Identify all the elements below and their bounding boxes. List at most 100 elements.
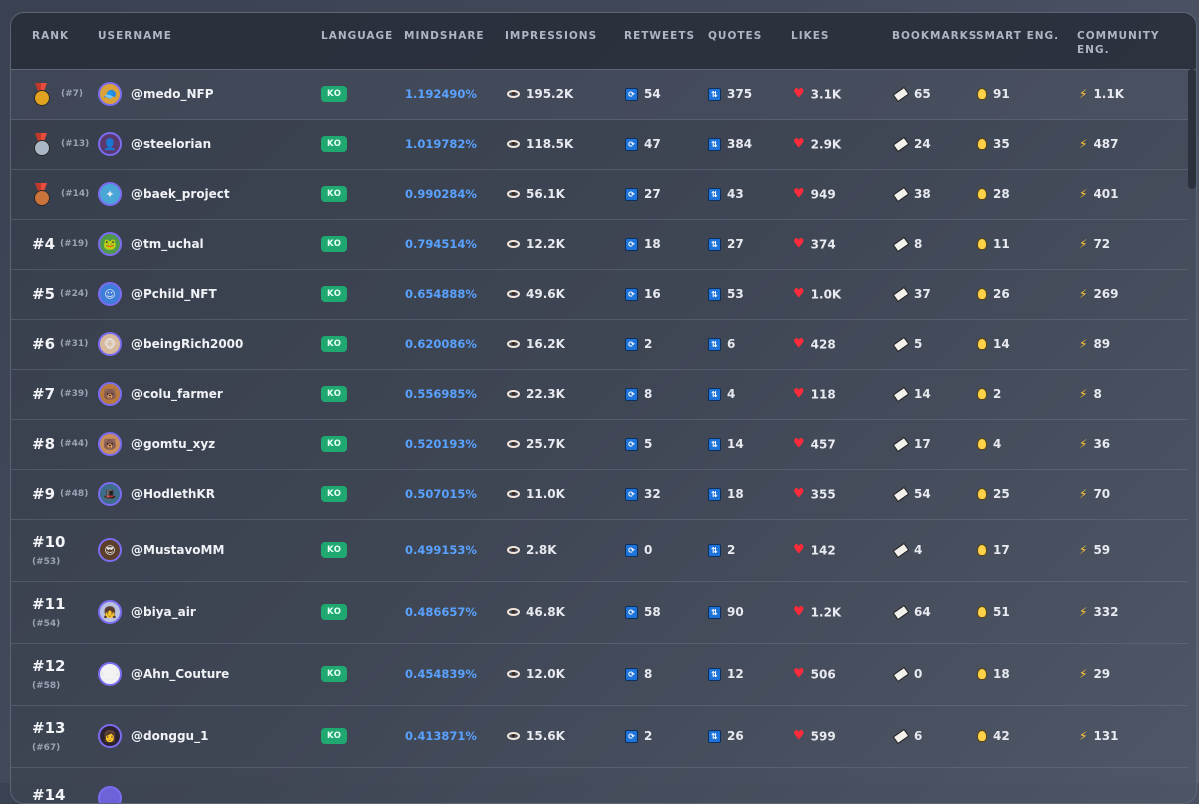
impressions-cell: 195.2K — [507, 87, 573, 101]
user-cell[interactable]: 😎 @MustavoMM — [98, 538, 224, 562]
scrollbar[interactable] — [1188, 69, 1196, 189]
header-bookmarks[interactable]: BOOKMARKS — [892, 29, 977, 43]
avatar[interactable]: 👤 — [98, 132, 122, 156]
table-row[interactable]: #9 (#48) 🎩 @HodlethKR KO 0.507015% 11.0K… — [11, 469, 1188, 520]
avatar[interactable]: 🐻 — [98, 382, 122, 406]
mindshare-cell: 1.019782% — [405, 137, 477, 151]
username-link[interactable]: @tm_uchal — [131, 237, 204, 251]
user-cell[interactable]: 🎩 @HodlethKR — [98, 482, 215, 506]
bookmarks-value: 14 — [914, 387, 931, 401]
table-row[interactable]: #6 (#31) 🐵 @beingRich2000 KO 0.620086% 1… — [11, 319, 1188, 370]
username-link[interactable]: @beingRich2000 — [131, 337, 243, 351]
previous-rank: (#44) — [60, 439, 89, 449]
user-cell[interactable]: 🐸 @tm_uchal — [98, 232, 204, 256]
header-retweets[interactable]: RETWEETS — [624, 29, 695, 43]
username-link[interactable]: @HodlethKR — [131, 487, 215, 501]
avatar-glyph: ☺ — [104, 287, 116, 301]
likes-cell: ♥ 1.0K — [793, 287, 841, 302]
header-username[interactable]: USERNAME — [98, 29, 172, 43]
avatar[interactable]: 🎩 — [98, 482, 122, 506]
header-impressions[interactable]: IMPRESSIONS — [505, 29, 597, 43]
retweets-cell: ⟳ 18 — [625, 237, 661, 251]
user-cell[interactable]: ✦ @baek_project — [98, 182, 230, 206]
previous-rank: (#7) — [61, 89, 84, 99]
mindshare-value: 0.620086% — [405, 337, 477, 351]
eye-icon — [507, 390, 520, 398]
avatar[interactable]: ☺ — [98, 282, 122, 306]
user-cell[interactable]: 🧢 @medo_NFP — [98, 82, 214, 106]
table-row[interactable]: #5 (#24) ☺ @Pchild_NFT KO 0.654888% 49.6… — [11, 269, 1188, 320]
user-cell[interactable]: •‿• @Ahn_Couture — [98, 662, 229, 686]
avatar[interactable] — [98, 786, 122, 803]
quote-icon: ⇅ — [708, 667, 721, 681]
username-link[interactable]: @steelorian — [131, 137, 211, 151]
header-language[interactable]: LANGUAGE — [321, 29, 393, 43]
avatar[interactable]: 😎 — [98, 538, 122, 562]
username-link[interactable]: @Ahn_Couture — [131, 667, 229, 681]
rank-cell: #5 (#24) — [32, 285, 88, 303]
username-link[interactable]: @medo_NFP — [131, 87, 214, 101]
user-cell[interactable]: ☺ @Pchild_NFT — [98, 282, 217, 306]
user-cell[interactable]: 🐵 @beingRich2000 — [98, 332, 243, 356]
lightning-icon: ⚡ — [1079, 543, 1088, 557]
table-row[interactable]: #12 (#58) •‿• @Ahn_Couture KO 0.454839% … — [11, 643, 1188, 706]
impressions-value: 16.2K — [526, 337, 565, 351]
rank-cell: #13 (#67) — [32, 719, 65, 753]
header-quotes[interactable]: QUOTES — [708, 29, 762, 43]
avatar[interactable]: 🧢 — [98, 82, 122, 106]
likes-cell: ♥ 506 — [793, 667, 836, 682]
username-link[interactable]: @donggu_1 — [131, 729, 208, 743]
quotes-value: 4 — [727, 387, 736, 401]
user-cell[interactable]: 👤 @steelorian — [98, 132, 211, 156]
avatar[interactable]: 👧 — [98, 600, 122, 624]
table-row[interactable]: (#7) 🧢 @medo_NFP KO 1.192490% 195.2K ⟳ 5… — [11, 69, 1188, 120]
community-eng-value: 59 — [1093, 543, 1111, 557]
table-row[interactable]: (#13) 👤 @steelorian KO 1.019782% 118.5K … — [11, 119, 1188, 170]
likes-value: 355 — [810, 487, 836, 501]
community-eng-cell: ⚡ 332 — [1079, 605, 1119, 619]
user-cell[interactable]: 🐻 @gomtu_xyz — [98, 432, 215, 456]
bookmarks-value: 37 — [914, 287, 931, 301]
previous-rank: (#24) — [60, 289, 89, 299]
avatar[interactable]: 🐵 — [98, 332, 122, 356]
avatar[interactable]: 🐻 — [98, 432, 122, 456]
avatar-glyph: 👧 — [103, 605, 117, 619]
bookmarks-cell: 8 — [892, 236, 922, 252]
username-link[interactable]: @gomtu_xyz — [131, 437, 215, 451]
table-row[interactable]: #14 — [11, 767, 1188, 803]
header-smart-eng[interactable]: SMART ENG. — [976, 29, 1059, 43]
table-row[interactable]: #13 (#67) 👩 @donggu_1 KO 0.413871% 15.6K… — [11, 705, 1188, 768]
retweet-icon: ⟳ — [625, 487, 638, 501]
user-cell[interactable]: 🐻 @colu_farmer — [98, 382, 223, 406]
username-link[interactable]: @colu_farmer — [131, 387, 223, 401]
header-likes[interactable]: LIKES — [791, 29, 829, 43]
community-eng-value: 89 — [1093, 337, 1111, 351]
table-row[interactable]: #8 (#44) 🐻 @gomtu_xyz KO 0.520193% 25.7K… — [11, 419, 1188, 470]
table-row[interactable]: #7 (#39) 🐻 @colu_farmer KO 0.556985% 22.… — [11, 369, 1188, 420]
user-cell[interactable]: 👧 @biya_air — [98, 600, 196, 624]
language-cell: KO — [321, 336, 348, 352]
quote-icon: ⇅ — [708, 87, 721, 101]
community-eng-cell: ⚡ 1.1K — [1079, 87, 1124, 101]
heart-icon: ♥ — [793, 186, 805, 202]
avatar[interactable]: 👩 — [98, 724, 122, 748]
username-link[interactable]: @Pchild_NFT — [131, 287, 217, 301]
avatar-glyph: 🐻 — [103, 387, 117, 401]
avatar[interactable]: 🐸 — [98, 232, 122, 256]
username-link[interactable]: @biya_air — [131, 605, 196, 619]
username-link[interactable]: @baek_project — [131, 187, 230, 201]
avatar[interactable]: ✦ — [98, 182, 122, 206]
table-row[interactable]: #11 (#54) 👧 @biya_air KO 0.486657% 46.8K… — [11, 581, 1188, 644]
user-cell[interactable] — [98, 786, 131, 803]
header-rank[interactable]: RANK — [32, 29, 69, 43]
table-row[interactable]: (#14) ✦ @baek_project KO 0.990284% 56.1K… — [11, 169, 1188, 220]
header-community-eng[interactable]: COMMUNITY ENG. — [1077, 29, 1160, 57]
avatar[interactable]: •‿• — [98, 662, 122, 686]
quotes-value: 14 — [727, 437, 744, 451]
header-mindshare[interactable]: MINDSHARE — [404, 29, 485, 43]
table-row[interactable]: #10 (#53) 😎 @MustavoMM KO 0.499153% 2.8K… — [11, 519, 1188, 582]
quotes-cell: ⇅ 18 — [708, 487, 744, 501]
username-link[interactable]: @MustavoMM — [131, 543, 224, 557]
table-row[interactable]: #4 (#19) 🐸 @tm_uchal KO 0.794514% 12.2K … — [11, 219, 1188, 270]
user-cell[interactable]: 👩 @donggu_1 — [98, 724, 208, 748]
